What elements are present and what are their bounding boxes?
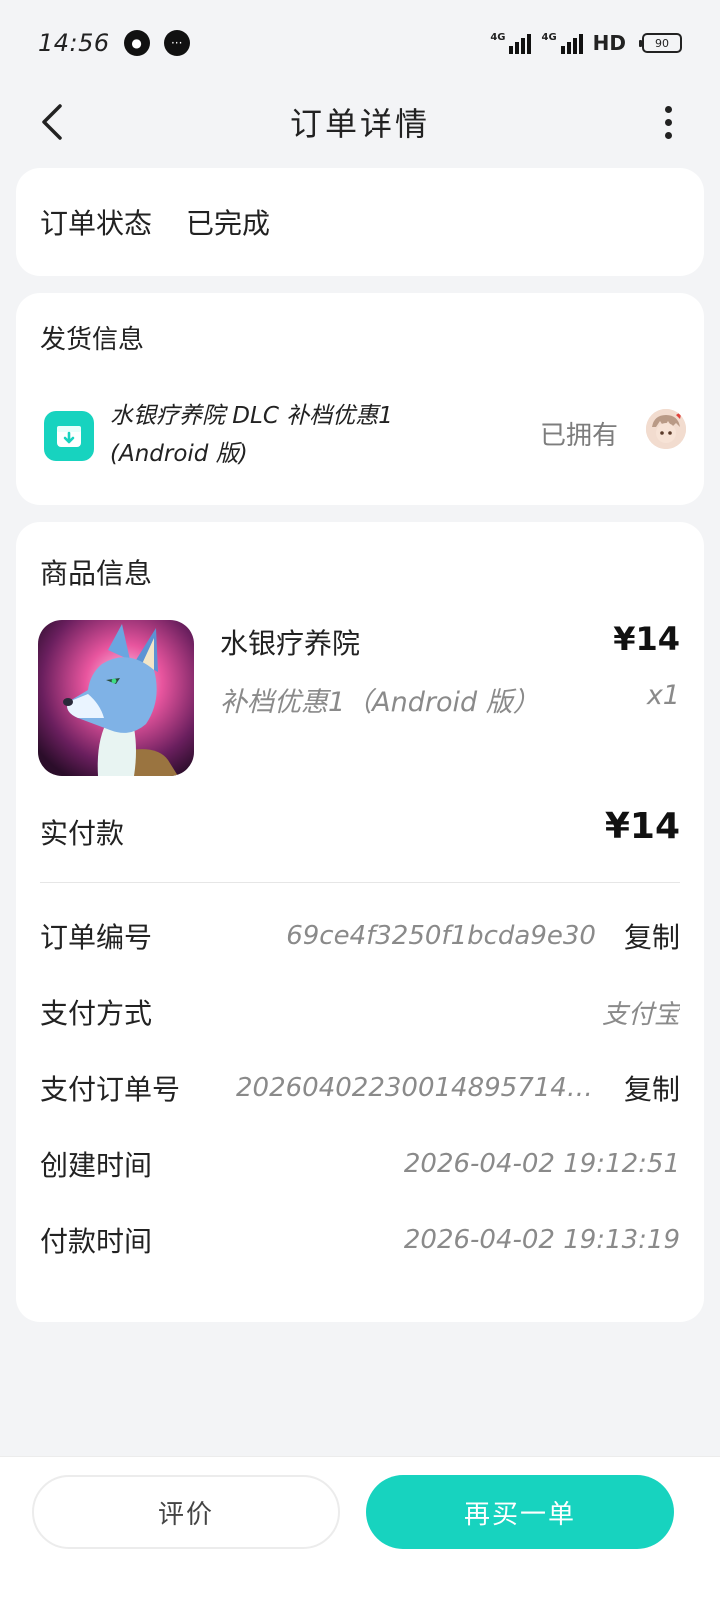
product-section-title: 商品信息 [40, 557, 153, 590]
copy-order-number-button[interactable]: 复制 [624, 916, 680, 956]
nav-bar: 订单详情 [0, 86, 720, 158]
avatar[interactable] [646, 409, 686, 449]
divider [40, 882, 680, 883]
created-time-row: 创建时间 2026-04-02 19:12:51 [40, 1140, 680, 1188]
product-name: 水银疗养院 [220, 627, 361, 660]
product-spec: 补档优惠1（Android 版） [220, 687, 540, 718]
created-time-value: 2026-04-02 19:12:51 [403, 1149, 680, 1179]
order-number-label: 订单编号 [40, 921, 153, 954]
order-status-card: 订单状态 已完成 [16, 168, 704, 276]
paid-time-label: 付款时间 [40, 1225, 153, 1258]
payment-order-number-label: 支付订单号 [40, 1073, 181, 1106]
message-notification-icon: ··· [163, 30, 190, 56]
order-number-row: 订单编号 69ce4f3250f1bcda9e30 复制 [40, 912, 680, 960]
payment-method-value: 支付宝 [601, 999, 680, 1030]
delivery-item-name: 水银疗养院 DLC 补档优惠1 (Android 版) [110, 403, 393, 467]
back-button[interactable] [34, 100, 78, 144]
product-quantity: x1 [646, 680, 680, 711]
signal-icon-2: 4G [541, 32, 583, 54]
more-dot-icon [664, 118, 672, 126]
hd-indicator: HD [592, 31, 626, 55]
more-options-button[interactable] [656, 102, 680, 142]
status-bar: 14:56 ● ··· 4G 4G HD 90 [0, 0, 720, 86]
status-indicators: 4G 4G HD 90 [490, 31, 682, 55]
paid-amount-label: 实付款 [40, 817, 125, 850]
paid-time-value: 2026-04-02 19:13:19 [403, 1225, 680, 1255]
payment-method-row: 支付方式 支付宝 [40, 988, 680, 1036]
copy-payment-number-button[interactable]: 复制 [624, 1068, 680, 1108]
drop-notification-icon: ● [123, 30, 150, 56]
owned-status: 已拥有 [540, 421, 619, 451]
delivery-info-card: 发货信息 水银疗养院 DLC 补档优惠1 (Android 版) 已拥有 [16, 293, 704, 505]
paid-amount-value: ¥14 [604, 806, 680, 847]
order-status-value: 已完成 [186, 207, 271, 240]
signal-icon: 4G [490, 32, 532, 54]
product-price: ¥14 [613, 620, 680, 658]
payment-order-number-row: 支付订单号 2026040223001489571409··· 复制 [40, 1064, 680, 1112]
payment-order-number-value: 2026040223001489571409··· [235, 1073, 596, 1103]
page-title: 订单详情 [289, 105, 430, 143]
more-dot-icon [664, 105, 672, 113]
status-time: 14:56 [38, 29, 110, 57]
app-download-icon [44, 411, 94, 461]
chevron-left-icon [42, 104, 62, 140]
order-status-label: 订单状态 [40, 207, 153, 240]
payment-method-label: 支付方式 [40, 997, 153, 1030]
more-dot-icon [664, 131, 672, 139]
game-cover-image[interactable] [38, 620, 194, 776]
paid-time-row: 付款时间 2026-04-02 19:13:19 [40, 1216, 680, 1264]
review-button[interactable]: 评价 [32, 1475, 340, 1549]
product-info-card: 商品信息 水银疗养院 ¥14 补档优惠1（Android 版） x1 实付款 ¥… [16, 522, 704, 1322]
bottom-action-bar: 评价 再买一单 [0, 1456, 720, 1602]
buy-again-button[interactable]: 再买一单 [366, 1475, 674, 1549]
created-time-label: 创建时间 [40, 1149, 153, 1182]
battery-icon: 90 [639, 33, 682, 53]
order-number-value: 69ce4f3250f1bcda9e30 [286, 921, 596, 951]
delivery-section-title: 发货信息 [40, 325, 145, 355]
